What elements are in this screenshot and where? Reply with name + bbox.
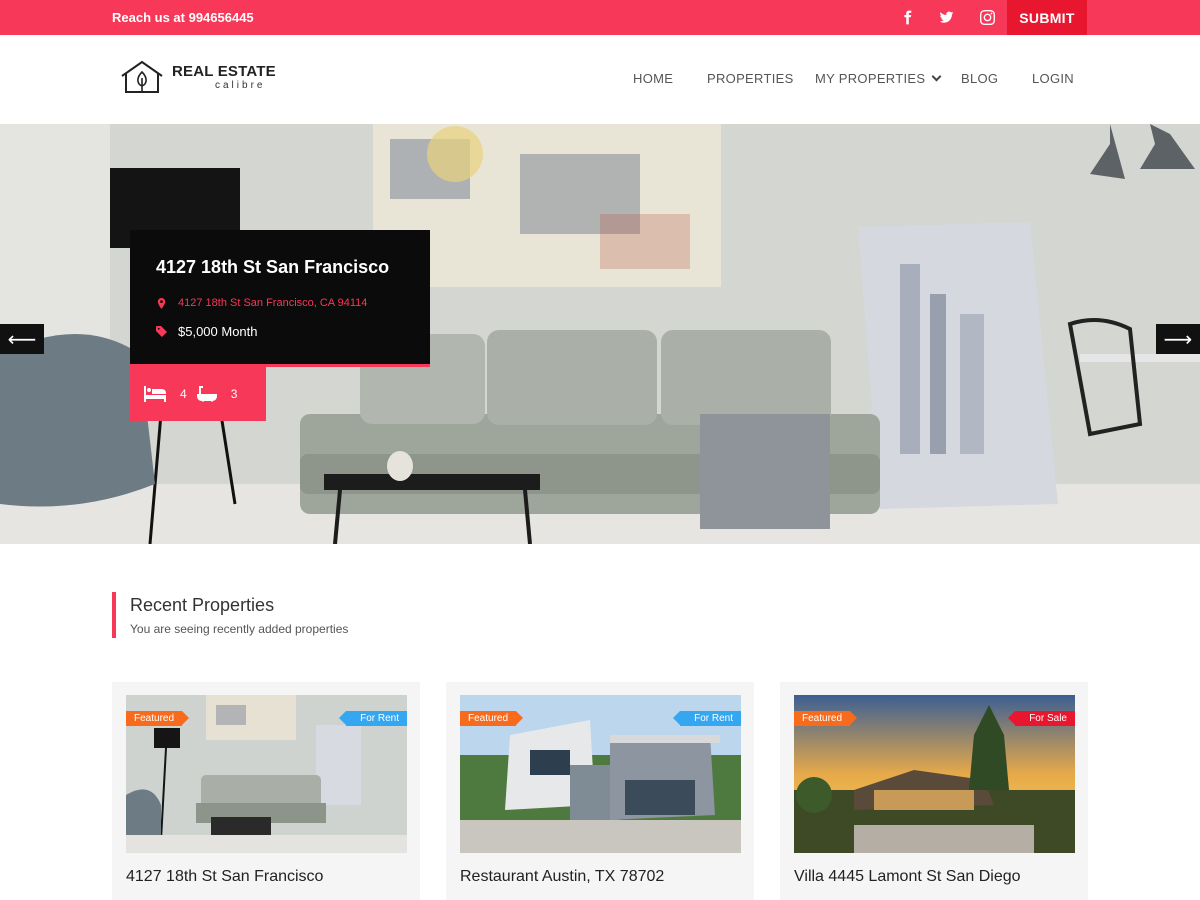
instagram-icon[interactable] (967, 0, 1007, 35)
price-tag-icon (156, 326, 167, 337)
property-image[interactable]: Featured For Rent (460, 695, 741, 853)
section-subtitle: You are seeing recently added properties (130, 622, 349, 636)
nav-my-properties[interactable]: MY PROPERTIES (815, 71, 942, 86)
nav-my-properties-label: MY PROPERTIES (815, 71, 926, 86)
bed-icon (144, 386, 166, 402)
recent-properties-header: Recent Properties You are seeing recentl… (112, 592, 348, 638)
property-image[interactable]: Featured For Rent (126, 695, 407, 853)
hero-info-box: 4127 18th St San Francisco 4127 18th St … (130, 230, 430, 367)
site-header: REAL ESTATE calibre HOME PROPERTIES MY P… (0, 35, 1200, 124)
slider-prev-button[interactable]: ⟵ (0, 324, 44, 354)
property-card[interactable]: Featured For Rent Restaurant Austin, TX … (446, 682, 754, 900)
property-image[interactable]: Featured For Sale (794, 695, 1075, 853)
submit-button[interactable]: SUBMIT (1007, 0, 1087, 35)
nav-login[interactable]: LOGIN (1032, 71, 1074, 86)
chevron-down-icon (931, 71, 942, 82)
nav-blog[interactable]: BLOG (961, 71, 998, 86)
status-badge: For Rent (673, 711, 741, 726)
featured-badge: Featured (126, 711, 190, 726)
contact-text: Reach us at 994656445 (112, 10, 254, 25)
hero-price: $5,000 Month (156, 324, 258, 339)
status-badge: For Rent (339, 711, 407, 726)
bed-count: 4 (180, 387, 187, 401)
hero-title[interactable]: 4127 18th St San Francisco (156, 257, 389, 278)
map-pin-icon (157, 297, 166, 309)
house-logo-icon (121, 60, 163, 93)
property-title[interactable]: 4127 18th St San Francisco (126, 868, 323, 886)
hero-stats: 4 3 (130, 367, 266, 421)
twitter-icon[interactable] (926, 0, 966, 35)
bath-icon (196, 386, 217, 402)
nav-properties[interactable]: PROPERTIES (707, 71, 794, 86)
logo-title: REAL ESTATE (172, 63, 276, 80)
section-title: Recent Properties (130, 595, 275, 615)
property-card[interactable]: Featured For Sale Villa 4445 Lamont St S… (780, 682, 1088, 900)
site-logo[interactable]: REAL ESTATE calibre (120, 60, 290, 100)
logo-subtitle: calibre (215, 80, 266, 91)
hero-price-text: $5,000 Month (178, 324, 258, 339)
facebook-icon[interactable] (887, 0, 927, 35)
hero-slider: ⟵ ⟶ 4127 18th St San Francisco 4127 18th… (0, 124, 1200, 544)
property-card[interactable]: Featured For Rent 4127 18th St San Franc… (112, 682, 420, 900)
status-badge: For Sale (1008, 711, 1075, 726)
featured-badge: Featured (460, 711, 524, 726)
nav-home[interactable]: HOME (633, 71, 673, 86)
hero-address: 4127 18th St San Francisco, CA 94114 (156, 297, 367, 309)
top-bar: Reach us at 994656445 SUBMIT (0, 0, 1200, 35)
hero-address-text: 4127 18th St San Francisco, CA 94114 (178, 297, 368, 309)
featured-badge: Featured (794, 711, 858, 726)
property-title[interactable]: Restaurant Austin, TX 78702 (460, 868, 664, 886)
slider-next-button[interactable]: ⟶ (1156, 324, 1200, 354)
bath-count: 3 (230, 387, 238, 401)
property-title[interactable]: Villa 4445 Lamont St San Diego (794, 868, 1021, 886)
